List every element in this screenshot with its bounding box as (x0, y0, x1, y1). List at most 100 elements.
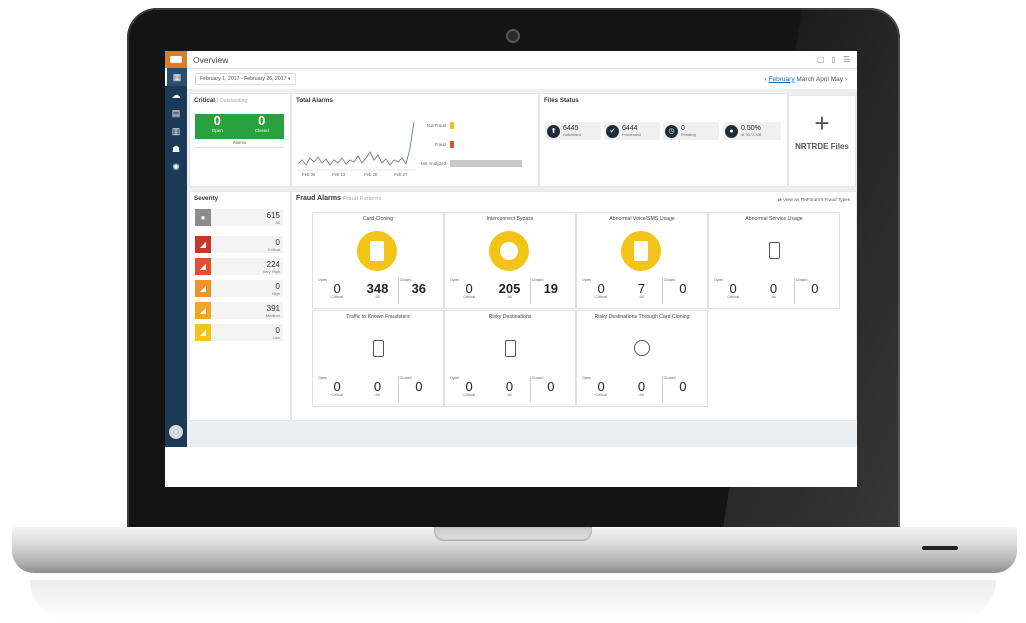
card-stats: Open 0 Critical 0 All Closed 0 (713, 278, 835, 304)
laptop-base-notch (434, 527, 592, 541)
month-march[interactable]: March (796, 76, 814, 83)
severity-row-high[interactable]: ◢ 0 High (195, 280, 283, 297)
clock-icon: ◷ (665, 124, 678, 138)
critical-counts[interactable]: 0 Open 0 Closed (195, 114, 284, 139)
critical-caption: Alarms (195, 140, 284, 148)
app-logo[interactable] (165, 51, 187, 68)
trash-icon[interactable]: ▯ (831, 55, 835, 64)
fraud-card-abnormal-voice-sms[interactable]: Abnormal Voice/SMS Usage Open 0 Critical 7… (576, 212, 708, 309)
fraud-alarms-title: Fraud Alarms Fraud Patterns (296, 195, 382, 202)
globe-sim-icon (629, 335, 655, 361)
files-status-title: Files Status (544, 97, 579, 104)
fraud-card-interconnect-bypass[interactable]: Interconnect Bypass Open 0 Critical 205 All… (444, 212, 576, 309)
nrtrde-files-button[interactable]: + NRTRDE Files (788, 95, 856, 187)
phone-alert-icon (621, 231, 661, 271)
card-stats: Open 0 Critical 7 All Closed 0 (581, 278, 703, 304)
x-label-2: Feb 13 (332, 172, 346, 177)
app-screen: ▦ ☁ ▤ ▥ ☗ ✺ Overview ▢ ▯ ☰ February 1, 2… (165, 51, 857, 447)
x-label-1: Feb 06 (302, 172, 316, 177)
very-high-severity-icon: ◢ (195, 258, 211, 275)
severity-row-low[interactable]: ◢ 0 Low (195, 324, 283, 341)
filter-bar: February 1, 2017 - February 26, 2017 ▾ ‹… (187, 69, 857, 89)
nrtrde-label: NRTRDE Files (795, 142, 849, 151)
critical-panel: Critical / Outstanding 0 Open 0 Closed Ala… (189, 93, 291, 187)
card-stats: Open 0 Critical 0 All Closed 0 (317, 376, 439, 402)
files-processed[interactable]: ✔ 6444 Processed (604, 122, 660, 140)
user-avatar[interactable] (169, 425, 183, 439)
card-title: Risky Destinations (488, 314, 532, 320)
month-may[interactable]: May (831, 76, 843, 83)
prev-month-icon[interactable]: ‹ (765, 76, 767, 83)
files-disk-usage[interactable]: ● 0.50% of 3072 MB (723, 122, 781, 140)
severity-row-critical[interactable]: ◢ 0 Critical (195, 236, 283, 253)
lock-icon[interactable]: ▢ (817, 55, 825, 64)
files-submitted[interactable]: ⬆ 6445 Submitted (545, 122, 601, 140)
bar-not-fraud[interactable]: Not Fraud (416, 122, 454, 129)
severity-row-medium[interactable]: ◢ 391 Medium (195, 302, 283, 319)
high-severity-icon: ◢ (195, 280, 211, 297)
logo-mark-icon (170, 56, 182, 63)
date-range-picker[interactable]: February 1, 2017 - February 26, 2017 ▾ (195, 73, 296, 85)
low-severity-icon: ◢ (195, 324, 211, 341)
check-icon: ✔ (606, 124, 619, 138)
sim-card-icon (357, 231, 397, 271)
menu-icon[interactable]: ☰ (843, 55, 850, 64)
card-title: Traffic to Known Fraudsters (346, 314, 410, 320)
bar-not-analyzed[interactable]: Not Analyzed (416, 160, 522, 167)
card-title: Interconnect Bypass (486, 216, 534, 222)
fraud-types-link[interactable]: ⇄ View as TMForum's Fraud Types (778, 197, 850, 203)
webcam-icon (506, 29, 520, 43)
nav-settings-icon[interactable]: ✺ (165, 158, 187, 176)
nav-reports-icon[interactable]: ▤ (165, 104, 187, 122)
status-led (922, 546, 958, 550)
nav-users-icon[interactable]: ☗ (165, 140, 187, 158)
card-title: Risky Destinations Through Card Cloning (594, 314, 690, 320)
fraud-card-risky-destinations-card-cloning[interactable]: Risky Destinations Through Card Cloning … (576, 310, 708, 407)
bar-fraud[interactable]: Fraud (416, 141, 454, 148)
fraud-card-risky-destinations[interactable]: Risky Destinations Open 0 Critical 0 All Cl… (444, 310, 576, 407)
left-nav-rail: ▦ ☁ ▤ ▥ ☗ ✺ (165, 51, 187, 447)
severity-row-all[interactable]: ● 615 All (195, 209, 283, 226)
nav-tables-icon[interactable]: ▥ (165, 122, 187, 140)
top-bar: Overview ▢ ▯ ☰ (187, 51, 857, 69)
card-stats: Open 0 Critical 348 All Closed 36 (317, 278, 439, 304)
card-title: Abnormal Voice/SMS Usage (609, 216, 675, 222)
plus-icon: + (814, 108, 830, 138)
medium-severity-icon: ◢ (195, 302, 211, 319)
page-title: Overview (193, 54, 229, 65)
bar-not-analyzed-fill (450, 160, 522, 167)
month-april[interactable]: April (816, 76, 829, 83)
fraud-card-abnormal-service[interactable]: Abnormal Service Usage Open 0 Critical 0 Al… (708, 212, 840, 309)
critical-title: Critical / Outstanding (194, 97, 248, 104)
card-title: Abnormal Service Usage (745, 216, 803, 222)
phone-dollar-icon (497, 335, 523, 361)
screen-lower-area (165, 447, 857, 487)
alarm-trend-line (297, 121, 415, 166)
next-month-icon[interactable]: › (845, 76, 847, 83)
bar-fraud-fill (450, 141, 454, 148)
critical-severity-icon: ◢ (195, 236, 211, 253)
nav-cloud-icon[interactable]: ☁ (165, 86, 187, 104)
files-pending[interactable]: ◷ 0 Pending (663, 122, 719, 140)
all-severity-icon: ● (195, 209, 211, 226)
fraud-card-card-cloning[interactable]: Card Cloning Open 0 Critical 348 All Closed… (312, 212, 444, 309)
card-title: Card Cloning (362, 216, 394, 222)
x-label-3: Feb 20 (364, 172, 378, 177)
disk-icon: ● (725, 124, 738, 138)
severity-row-very-high[interactable]: ◢ 224 Very High (195, 258, 283, 275)
card-stats: Open 0 Critical 0 All Closed 0 (449, 376, 571, 402)
month-february[interactable]: February (769, 76, 795, 83)
critical-open: 0 Open (211, 113, 223, 134)
total-alarms-panel: Total Alarms Feb 06 Feb 13 Feb 20 Feb 27… (291, 93, 539, 187)
total-alarms-line-chart (297, 121, 416, 171)
table-reflection (30, 580, 996, 620)
total-alarms-title: Total Alarms (296, 97, 333, 104)
fraud-card-known-fraudsters[interactable]: Traffic to Known Fraudsters Open 0 Critica… (312, 310, 444, 407)
files-status-panel: Files Status ⬆ 6445 Submitted ✔ 6444 Proce… (539, 93, 788, 187)
upload-icon: ⬆ (547, 124, 560, 138)
critical-closed: 0 Closed (254, 113, 269, 134)
phone-4g-icon (761, 237, 787, 263)
severity-title: Severity (194, 195, 219, 202)
nav-dashboard-icon[interactable]: ▦ (165, 68, 187, 86)
phone-fraudster-icon (365, 335, 391, 361)
